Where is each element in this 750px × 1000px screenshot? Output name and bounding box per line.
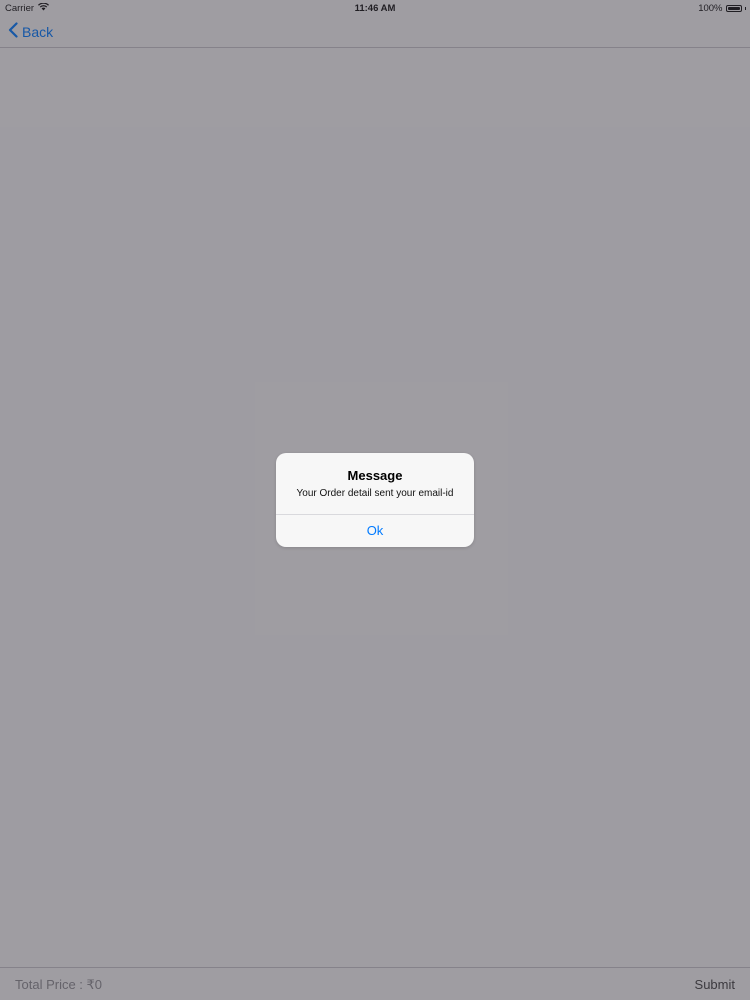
alert-dialog: Message Your Order detail sent your emai… (276, 453, 474, 547)
alert-title: Message (347, 468, 403, 483)
alert-message: Your Order detail sent your email-id (296, 488, 454, 499)
ok-button[interactable]: Ok (276, 515, 474, 547)
app-screen: Carrier 11:46 AM 100% Back Total Price:… (0, 0, 750, 1000)
